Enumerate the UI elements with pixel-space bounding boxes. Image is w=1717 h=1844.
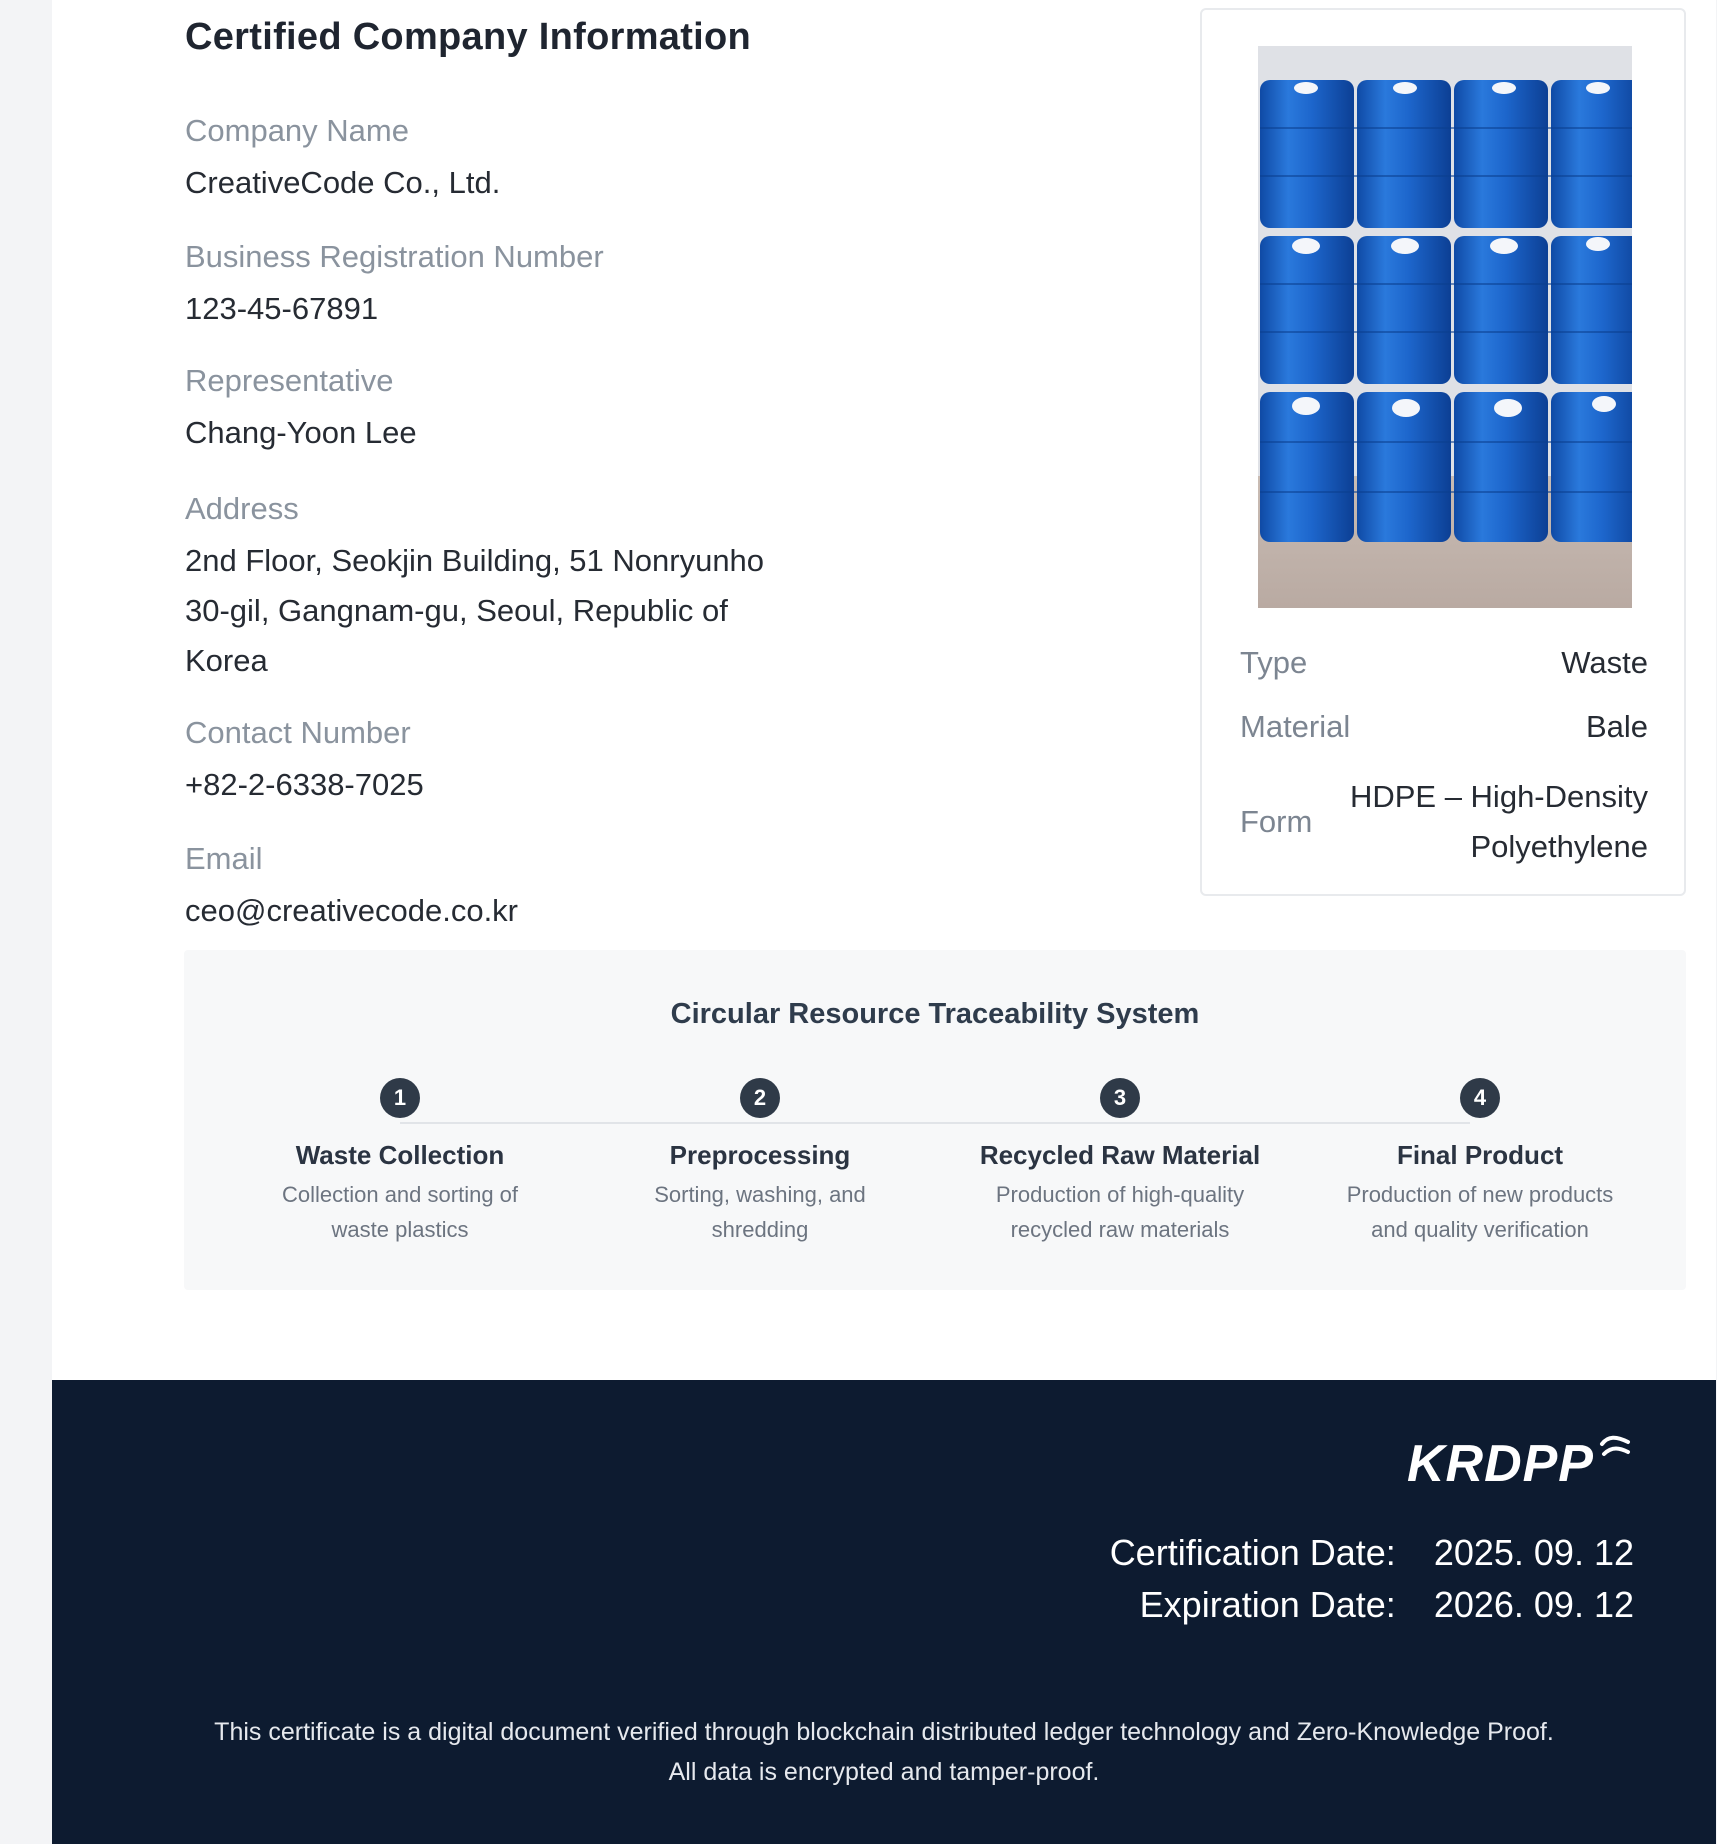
contact-number-field: Contact Number +82-2-6338-7025 [185,714,825,810]
field-label: Representative [185,363,394,398]
wave-icon [1600,1435,1630,1456]
certification-date-row: Certification Date: 2025. 09. 12 [1110,1532,1634,1574]
field-label: Business Registration Number [185,239,604,274]
traceability-title: Circular Resource Traceability System [670,998,1200,1030]
address-field: Address 2nd Floor, Seokjin Building, 51 … [185,490,825,686]
spec-row-type: Type Waste [1240,638,1648,688]
field-label: Address [185,491,299,526]
address-value: 2nd Floor, Seokjin Building, 51 Nonryunh… [185,536,825,686]
traceability-panel: Circular Resource Traceability System 1 … [184,950,1686,1290]
representative-field: Representative Chang-Yoon Lee [185,362,825,458]
blue-plastic-drums-photo [1258,46,1632,608]
step-title: Preprocessing [669,1140,851,1170]
spec-value-line: HDPE – High-Density [1349,779,1648,814]
registration-number-field: Business Registration Number 123-45-6789… [185,238,825,334]
company-name-field: Company Name CreativeCode Co., Ltd. [185,112,825,208]
step-number-badge: 2 [740,1078,780,1118]
notice-line: All data is encrypted and tamper-proof. [668,1758,1100,1786]
certification-date-value: 2025. 09. 12 [1433,1532,1634,1573]
step-description: Production of new products and quality v… [1310,1177,1650,1247]
step-description: Production of high-quality recycled raw … [950,1177,1290,1247]
field-label: Company Name [185,113,409,148]
representative-value: Chang-Yoon Lee [185,415,417,450]
spec-key: Type [1240,645,1308,680]
brand-logo: KRDPP [1407,1434,1632,1494]
spec-row-material: Material Bale [1240,702,1648,752]
certificate-footer: KRDPP Certification Date: 2025. 09. 12 E… [52,1380,1716,1844]
spec-key: Form [1240,804,1313,839]
email-value: ceo@creativecode.co.kr [185,893,519,928]
step-title: Recycled Raw Material [979,1140,1261,1170]
step-number-badge: 3 [1100,1078,1140,1118]
address-line: 2nd Floor, Seokjin Building, 51 Nonryunh… [185,543,765,578]
product-card: Type Waste Material Bale Form HDPE – Hig… [1200,8,1686,896]
company-section-title: Certified Company Information [185,16,752,58]
step-title: Final Product [1396,1140,1564,1170]
certificate-sheet: Certified Company Information Company Na… [52,0,1716,1844]
registration-number-value: 123-45-67891 [185,291,379,326]
notice-line: This certificate is a digital document v… [214,1718,1554,1746]
brand-name: KRDPP [1406,1435,1594,1493]
company-name-value: CreativeCode Co., Ltd. [185,165,501,200]
step-description: Sorting, washing, and shredding [590,1177,930,1247]
step-description-line: Sorting, washing, and [654,1182,866,1207]
step-description-line: Collection and sorting of [281,1182,519,1207]
step-description-line: Production of high-quality [995,1182,1245,1207]
step-recycled-raw-material: 3 Recycled Raw Material Production of hi… [950,1078,1290,1247]
step-waste-collection: 1 Waste Collection Collection and sortin… [230,1078,570,1247]
spec-value-line: Polyethylene [1470,829,1648,864]
step-description: Collection and sorting of waste plastics [230,1177,570,1247]
contact-number-value: +82-2-6338-7025 [185,767,424,802]
step-final-product: 4 Final Product Production of new produc… [1310,1078,1650,1247]
spec-value: Waste [1561,645,1648,680]
expiration-date-row: Expiration Date: 2026. 09. 12 [1140,1584,1634,1626]
step-description-line: waste plastics [331,1217,469,1242]
expiration-date-label: Expiration Date: [1139,1584,1396,1625]
spec-value: Bale [1585,709,1648,744]
step-description-line: recycled raw materials [1010,1217,1230,1242]
step-preprocessing: 2 Preprocessing Sorting, washing, and sh… [590,1078,930,1247]
email-field: Email ceo@creativecode.co.kr [185,840,825,936]
field-label: Contact Number [185,715,411,750]
certification-date-label: Certification Date: [1109,1532,1396,1573]
step-title: Waste Collection [295,1140,505,1170]
step-number-badge: 4 [1460,1078,1500,1118]
expiration-date-value: 2026. 09. 12 [1433,1584,1634,1625]
blockchain-notice: This certificate is a digital document v… [52,1712,1716,1792]
spec-key: Material [1240,709,1351,744]
step-description-line: shredding [711,1217,809,1242]
step-description-line: and quality verification [1371,1217,1589,1242]
field-label: Email [185,841,263,876]
spec-value: HDPE – High-Density Polyethylene [1350,772,1648,872]
address-line: 30-gil, Gangnam-gu, Seoul, Republic of [185,593,728,628]
address-line: Korea [185,643,268,678]
step-number-badge: 1 [380,1078,420,1118]
spec-row-form: Form HDPE – High-Density Polyethylene [1240,772,1648,872]
step-description-line: Production of new products [1346,1182,1614,1207]
